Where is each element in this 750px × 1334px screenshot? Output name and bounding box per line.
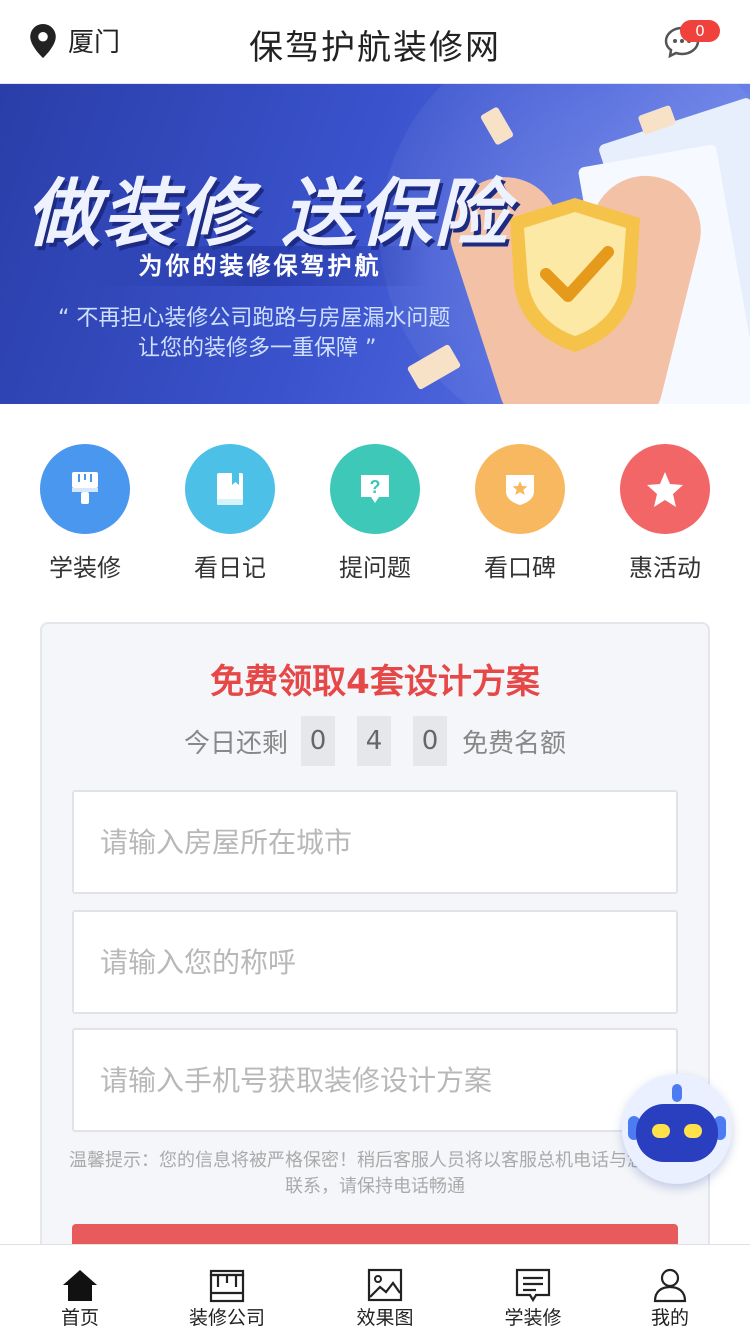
quick-link-label: 惠活动 bbox=[629, 554, 701, 582]
promo-banner[interactable]: 做装修 送保险 为你的装修保驾护航 “ 不再担心装修公司跑路与房屋漏水问题 让您… bbox=[0, 84, 750, 404]
badge-star-icon bbox=[506, 475, 534, 505]
free-design-form: 免费领取4套设计方案 今日还剩 0 4 0 免费名额 温馨提示：您的信息将被严格… bbox=[40, 622, 710, 1334]
quota-digit: 4 bbox=[357, 716, 391, 766]
svg-text:?: ? bbox=[370, 477, 381, 497]
robot-eye bbox=[684, 1124, 702, 1138]
tab-label: 装修公司 bbox=[188, 1307, 265, 1329]
question-icon: ? bbox=[361, 475, 389, 503]
tab-company[interactable]: 装修公司 bbox=[152, 1245, 302, 1334]
page-title: 保驾护航装修网 bbox=[249, 28, 501, 68]
privacy-tip: 温馨提示：您的信息将被严格保密！稍后客服人员将以客服总机电话与您取得联系，请保持… bbox=[69, 1150, 681, 1197]
image-icon bbox=[367, 1268, 403, 1302]
robot-icon bbox=[636, 1104, 718, 1162]
bottom-tab-bar: 首页 装修公司 效果图 学装修 我的 bbox=[0, 1244, 750, 1334]
city-input[interactable] bbox=[72, 790, 678, 894]
quick-link-reviews[interactable]: 看口碑 bbox=[455, 444, 585, 583]
tab-label: 首页 bbox=[60, 1307, 99, 1329]
banner-quote-line2: 让您的装修多一重保障 ” bbox=[138, 336, 377, 361]
quick-link-circle bbox=[475, 444, 565, 534]
quick-link-circle bbox=[620, 444, 710, 534]
messages-button[interactable]: 0 bbox=[654, 18, 720, 68]
company-icon bbox=[209, 1269, 245, 1303]
home-icon bbox=[63, 1270, 97, 1301]
quick-link-ask[interactable]: ? 提问题 bbox=[310, 444, 440, 583]
quick-link-label: 看口碑 bbox=[484, 554, 556, 582]
tab-home[interactable]: 首页 bbox=[5, 1245, 155, 1334]
quota-suffix: 免费名额 bbox=[462, 728, 567, 759]
quick-links: 学装修 看日记 ? 提问题 看口碑 惠活动 bbox=[0, 444, 750, 584]
tab-label: 效果图 bbox=[356, 1307, 414, 1329]
quick-link-circle bbox=[40, 444, 130, 534]
robot-antenna bbox=[672, 1084, 682, 1102]
quota-digit: 0 bbox=[413, 716, 447, 766]
robot-eye bbox=[652, 1124, 670, 1138]
phone-input[interactable] bbox=[72, 1028, 678, 1132]
quota-counter: 今日还剩 0 4 0 免费名额 bbox=[42, 716, 708, 766]
document-icon bbox=[515, 1268, 551, 1303]
quick-link-label: 学装修 bbox=[49, 554, 121, 582]
banner-subtitle: 为你的装修保驾护航 bbox=[90, 246, 430, 286]
tab-learn[interactable]: 学装修 bbox=[458, 1245, 608, 1334]
quick-link-circle: ? bbox=[330, 444, 420, 534]
quick-link-diary[interactable]: 看日记 bbox=[165, 444, 295, 583]
banner-headline: 做装修 送保险 bbox=[26, 171, 510, 257]
quick-link-deals[interactable]: 惠活动 bbox=[600, 444, 730, 583]
tab-profile[interactable]: 我的 bbox=[595, 1245, 745, 1334]
quota-digit: 0 bbox=[301, 716, 335, 766]
banner-quote-line1: “ 不再担心装修公司跑路与房屋漏水问题 bbox=[58, 306, 451, 331]
name-input[interactable] bbox=[72, 910, 678, 1014]
message-count-badge: 0 bbox=[680, 20, 720, 42]
quota-prefix: 今日还剩 bbox=[183, 728, 288, 759]
quick-link-label: 看日记 bbox=[194, 554, 266, 582]
tab-label: 学装修 bbox=[504, 1307, 562, 1329]
brush-icon bbox=[72, 472, 98, 504]
quick-link-label: 提问题 bbox=[339, 554, 411, 582]
form-title: 免费领取4套设计方案 bbox=[210, 662, 540, 702]
quick-link-learn[interactable]: 学装修 bbox=[20, 444, 150, 583]
banner-quote: “ 不再担心装修公司跑路与房屋漏水问题 让您的装修多一重保障 ” bbox=[58, 304, 450, 364]
book-icon bbox=[217, 473, 243, 505]
top-header: 厦门 保驾护航装修网 0 bbox=[0, 0, 750, 84]
tab-label: 我的 bbox=[650, 1307, 689, 1329]
robot-assistant-button[interactable] bbox=[622, 1074, 732, 1184]
star-icon bbox=[647, 472, 683, 507]
tab-gallery[interactable]: 效果图 bbox=[310, 1245, 460, 1334]
quick-link-circle bbox=[185, 444, 275, 534]
shield-check-icon bbox=[510, 198, 640, 352]
user-icon bbox=[653, 1268, 687, 1303]
